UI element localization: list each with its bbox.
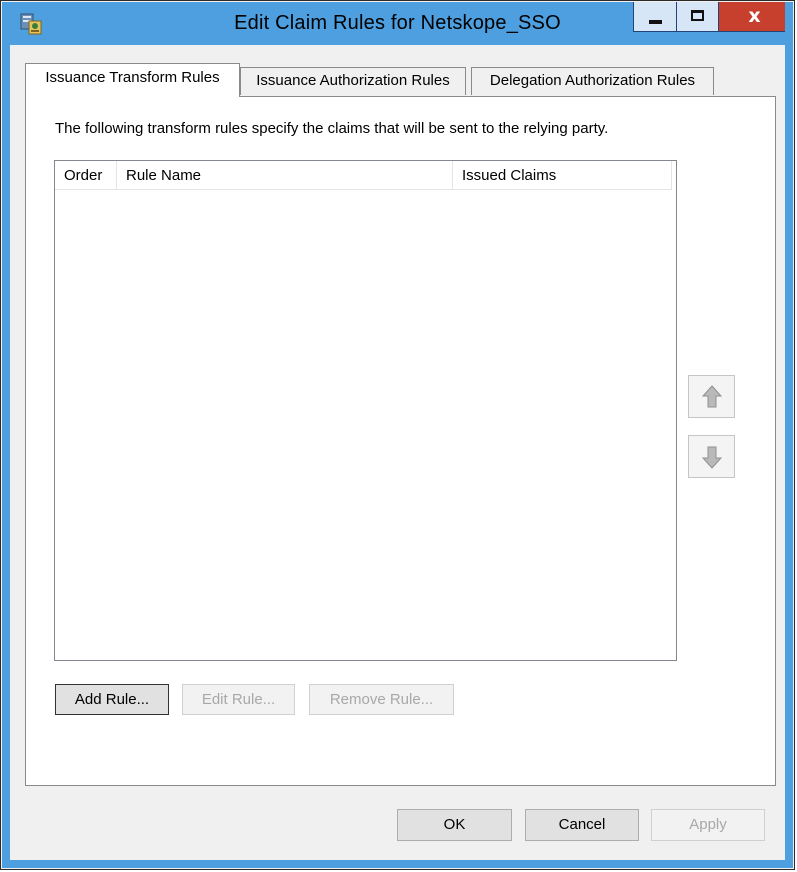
column-header-order[interactable]: Order <box>55 161 117 189</box>
remove-rule-button[interactable]: Remove Rule... <box>309 684 454 715</box>
minimize-icon <box>649 20 662 24</box>
apply-button[interactable]: Apply <box>651 809 765 841</box>
tab-issuance-authorization-rules[interactable]: Issuance Authorization Rules <box>240 67 466 95</box>
tab-delegation-authorization-rules[interactable]: Delegation Authorization Rules <box>471 67 714 95</box>
edit-rule-button[interactable]: Edit Rule... <box>182 684 295 715</box>
list-header: Order Rule Name Issued Claims <box>55 161 672 190</box>
maximize-button[interactable] <box>677 2 719 32</box>
close-button[interactable]: x <box>719 2 791 32</box>
close-icon: x <box>748 5 761 27</box>
tab-panel: The following transform rules specify th… <box>25 96 776 786</box>
move-down-button[interactable] <box>688 435 735 478</box>
ok-button[interactable]: OK <box>397 809 512 841</box>
rules-list[interactable]: Order Rule Name Issued Claims <box>54 160 677 661</box>
tab-issuance-transform-rules[interactable]: Issuance Transform Rules <box>25 63 240 97</box>
title-bar[interactable]: Edit Claim Rules for Netskope_SSO x <box>2 2 793 45</box>
column-header-rule-name[interactable]: Rule Name <box>117 161 453 189</box>
minimize-button[interactable] <box>633 2 677 32</box>
panel-description: The following transform rules specify th… <box>55 120 609 137</box>
dialog-window: Edit Claim Rules for Netskope_SSO x Issu… <box>0 0 795 870</box>
arrow-down-icon <box>702 446 722 469</box>
arrow-up-icon <box>702 385 722 408</box>
maximize-icon <box>691 10 704 21</box>
column-header-issued-claims[interactable]: Issued Claims <box>453 161 672 189</box>
cancel-button[interactable]: Cancel <box>525 809 639 841</box>
add-rule-button[interactable]: Add Rule... <box>55 684 169 715</box>
move-up-button[interactable] <box>688 375 735 418</box>
